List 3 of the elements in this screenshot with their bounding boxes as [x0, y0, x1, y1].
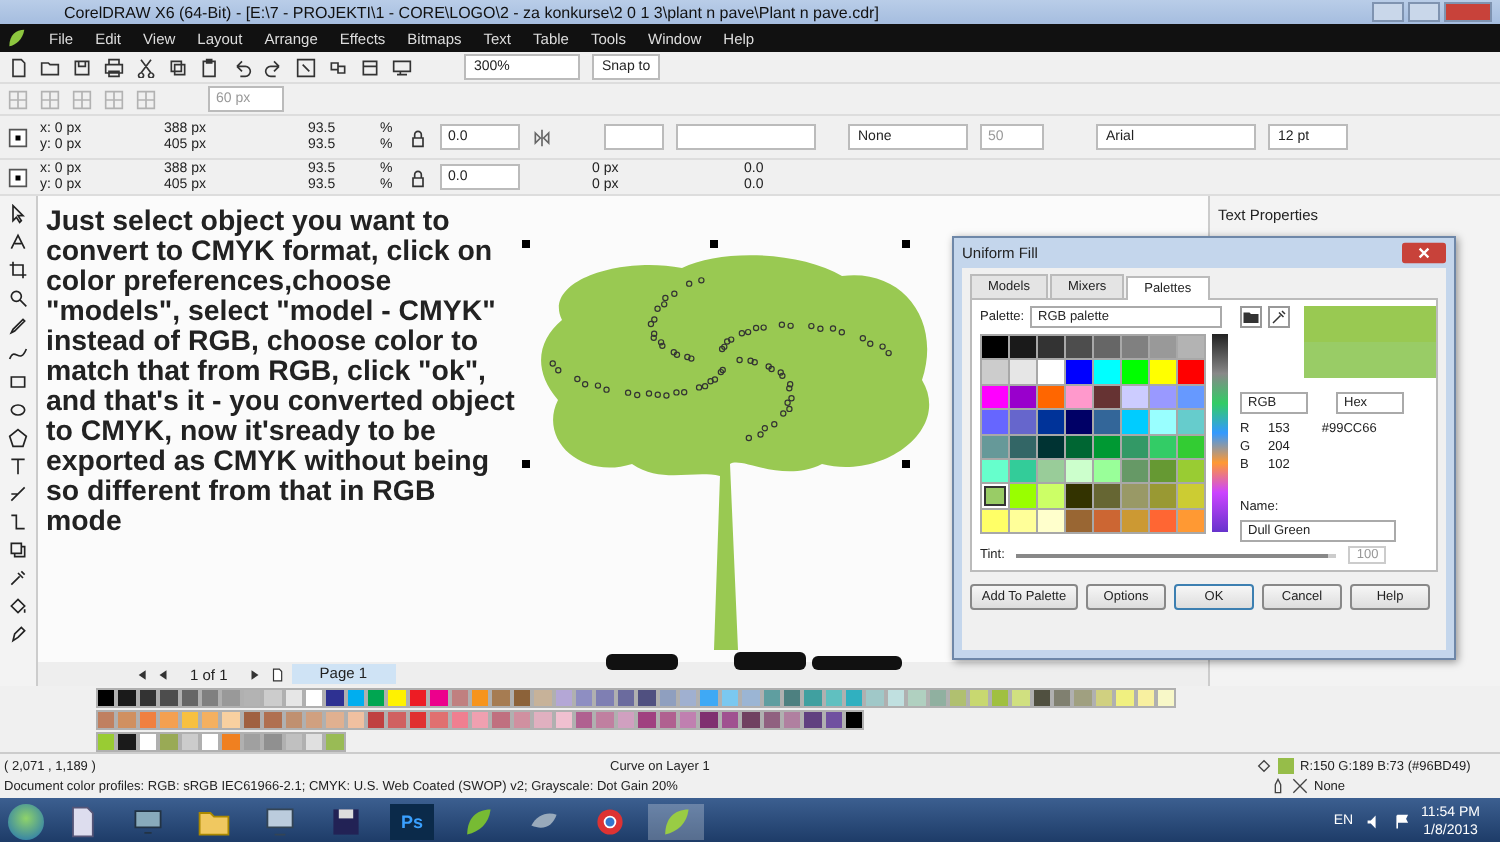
photoshop-app-icon[interactable]: Ps — [390, 803, 434, 839]
instruction-text: Just select object you want to convert to CMYK format, click on color preferences,choose "models", select "model - CMYK" instead of RGB, choose color to match that from RGB, click "ok", and that's it - you converted object to CMYK, now it'sready to be exported as CMYK without being so different from that in RGB mode — [46, 208, 516, 542]
window-title: CorelDRAW X6 (64-Bit) - [E:\7 - PROJEKTI\1 - CORE\LOGO\2 - za konkurse\2 0 1 3\plant n pave\Plant n pave.cdr] — [64, 3, 879, 21]
